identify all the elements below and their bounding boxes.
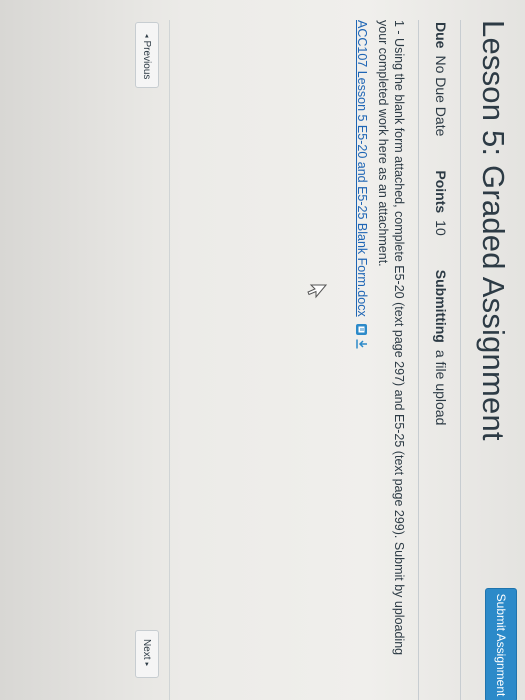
due-info: Due No Due Date <box>433 22 449 136</box>
details-divider <box>418 20 419 700</box>
assignment-description: 1 - Using the blank form attached, compl… <box>376 20 406 656</box>
points-info: Points 10 <box>433 170 449 235</box>
previous-arrow-icon: ◂ <box>143 34 150 38</box>
due-label: Due <box>433 22 449 49</box>
attachment-actions <box>356 323 369 350</box>
next-arrow-icon: ▸ <box>143 662 150 667</box>
assignment-details: Due No Due Date Points 10 Submitting a f… <box>433 22 449 680</box>
attachment-link[interactable]: ACC107 Lesson 5 E5-20 and E5-25 Blank Fo… <box>355 20 369 317</box>
submit-assignment-button[interactable]: Submit Assignment <box>485 588 517 700</box>
submitting-label: Submitting <box>433 269 449 343</box>
submitting-value: a file upload <box>433 349 449 426</box>
previous-label: Previous <box>141 40 153 80</box>
footer-divider <box>169 20 170 700</box>
photo-viewport: Lesson 5: Graded Assignment Submit Assig… <box>0 0 525 700</box>
submitting-info: Submitting a file upload <box>433 270 449 426</box>
assignment-page: Lesson 5: Graded Assignment Submit Assig… <box>0 0 525 700</box>
preview-icon[interactable] <box>356 323 369 336</box>
due-value: No Due Date <box>433 55 449 137</box>
points-label: Points <box>433 170 449 214</box>
previous-button[interactable]: ◂ Previous <box>135 22 159 89</box>
title-divider <box>460 20 461 700</box>
attachment-row: ACC107 Lesson 5 E5-20 and E5-25 Blank Fo… <box>355 20 369 350</box>
page-title: Lesson 5: Graded Assignment <box>476 20 511 441</box>
points-value: 10 <box>433 220 449 236</box>
download-icon[interactable] <box>356 338 369 350</box>
mouse-cursor-icon <box>302 284 328 300</box>
next-button[interactable]: Next ▸ <box>135 630 159 679</box>
next-label: Next <box>141 639 153 660</box>
